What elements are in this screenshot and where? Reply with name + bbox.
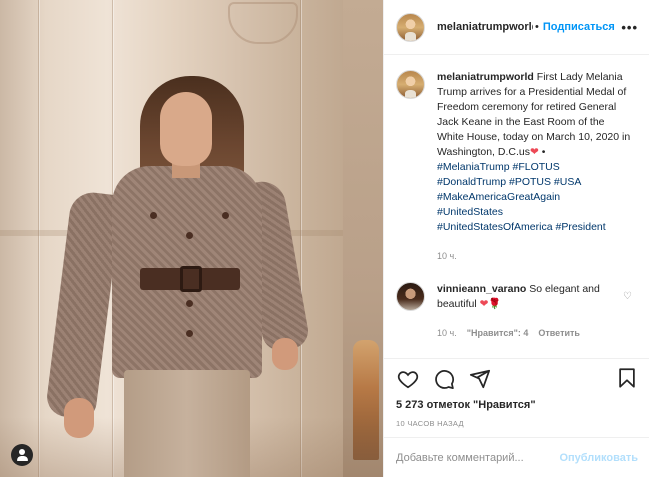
heart-emoji: ❤ xyxy=(529,146,539,158)
author-username[interactable]: melaniatrumpworld xyxy=(437,21,533,33)
more-options-icon[interactable]: ••• xyxy=(621,20,638,35)
comment-like-heart-icon[interactable]: ♡ xyxy=(623,291,632,302)
caption-author-avatar[interactable] xyxy=(396,70,425,99)
jacket-button xyxy=(186,232,193,239)
jacket-button xyxy=(222,212,229,219)
hashtag-link[interactable]: #USA xyxy=(554,176,581,188)
commenter-username[interactable]: vinnieann_varano xyxy=(437,283,526,295)
user-tag-icon[interactable] xyxy=(11,444,33,466)
caption-text: First Lady Melania Trump arrives for a P… xyxy=(437,71,631,158)
caption-bullet: • xyxy=(541,146,546,158)
wall-ornament xyxy=(228,2,298,44)
bookmark-icon[interactable] xyxy=(616,367,640,391)
action-icons xyxy=(396,367,492,391)
reply-button[interactable]: Ответить xyxy=(538,326,580,341)
comment-emoji: ❤🌹 xyxy=(479,298,502,310)
commenter-avatar[interactable] xyxy=(396,282,425,311)
hashtag-link[interactable]: #MelaniaTrump xyxy=(437,161,510,173)
hashtag-link[interactable]: #MakeAmericaGreatAgain xyxy=(437,191,560,203)
jacket-button xyxy=(186,330,193,337)
comment-meta: 10 ч. "Нравится": 4 Ответить xyxy=(437,326,607,341)
caption-username[interactable]: melaniatrumpworld xyxy=(437,71,534,83)
jacket-button xyxy=(150,212,157,219)
add-comment-bar: Опубликовать xyxy=(384,437,649,477)
hashtag-link[interactable]: #UnitedStatesOfAmerica xyxy=(437,221,553,233)
post-caption: melaniatrumpworld First Lady Melania Tru… xyxy=(396,70,638,264)
comment-item: vinnieann_varano So elegant and beautifu… xyxy=(396,282,638,341)
hashtag-link[interactable]: #FLOTUS xyxy=(512,161,559,173)
heart-icon[interactable] xyxy=(396,367,420,391)
hashtag-link[interactable]: #DonaldTrump xyxy=(437,176,506,188)
hashtag-link[interactable]: #POTUS xyxy=(509,176,551,188)
follow-button[interactable]: Подписаться xyxy=(543,21,615,33)
hashtag-link[interactable]: #UnitedStates xyxy=(437,206,503,218)
post-header: melaniatrumpworld • Подписаться ••• xyxy=(384,0,649,55)
caption-time[interactable]: 10 ч. xyxy=(437,249,633,264)
post-timestamp[interactable]: 10 ЧАСОВ НАЗАД xyxy=(396,419,464,428)
hashtag-link[interactable]: #President xyxy=(555,221,605,233)
author-avatar[interactable] xyxy=(396,12,425,42)
woman-face xyxy=(160,92,212,166)
likes-count[interactable]: 5 273 отметок "Нравится" xyxy=(396,399,536,411)
post-photo[interactable] xyxy=(0,0,383,477)
separator-dot: • xyxy=(535,21,539,33)
wall-panel-line xyxy=(38,0,40,477)
publish-button[interactable]: Опубликовать xyxy=(559,452,638,464)
woman-right-hand xyxy=(272,338,298,370)
comment-input[interactable] xyxy=(396,452,560,464)
post-actions: 5 273 отметок "Нравится" 10 ЧАСОВ НАЗАД … xyxy=(384,358,649,477)
wall-panel-line xyxy=(300,0,302,477)
comment-likes[interactable]: "Нравится": 4 xyxy=(467,326,529,341)
woman-left-hand xyxy=(64,398,94,438)
woman-left-sleeve xyxy=(44,189,123,421)
comments-list[interactable]: melaniatrumpworld First Lady Melania Tru… xyxy=(384,56,649,358)
share-icon[interactable] xyxy=(468,367,492,391)
jacket-button xyxy=(186,300,193,307)
woman-pants xyxy=(124,370,250,477)
post-side-panel: melaniatrumpworld • Подписаться ••• mela… xyxy=(383,0,649,477)
comment-icon[interactable] xyxy=(432,367,456,391)
comment-time[interactable]: 10 ч. xyxy=(437,326,457,341)
belt-buckle xyxy=(180,266,202,292)
